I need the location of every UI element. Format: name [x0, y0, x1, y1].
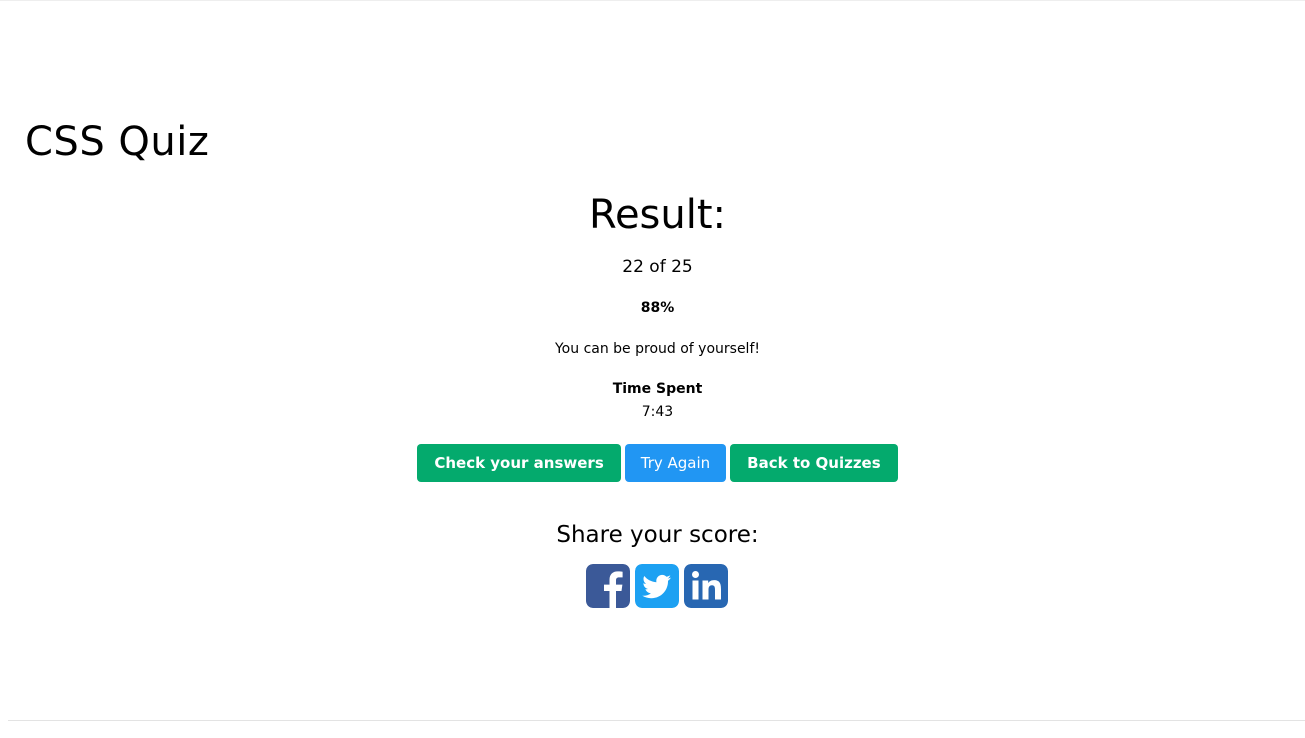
score-text: 22 of 25 [622, 257, 693, 277]
time-spent-label: Time Spent [612, 381, 703, 397]
result-message: You can be proud of yourself! [554, 341, 760, 357]
top-divider [0, 0, 1305, 1]
check-answers-button[interactable]: Check your answers [417, 444, 621, 482]
try-again-button[interactable]: Try Again [624, 444, 727, 482]
quiz-title: CSS Quiz [25, 119, 210, 165]
twitter-icon[interactable] [635, 564, 679, 608]
result-heading: Result: [588, 192, 727, 238]
linkedin-icon[interactable] [684, 564, 728, 608]
facebook-icon[interactable] [586, 564, 630, 608]
page: CSS Quiz Result: 22 of 25 88% You can be… [0, 0, 1305, 738]
share-icons [586, 564, 728, 608]
time-spent-value: 7:43 [641, 404, 674, 420]
result-panel: Result: 22 of 25 88% You can be proud of… [0, 188, 1305, 422]
share-heading: Share your score: [556, 522, 759, 548]
back-to-quizzes-button[interactable]: Back to Quizzes [730, 444, 898, 482]
action-buttons: Check your answers Try Again Back to Qui… [0, 444, 1305, 482]
bottom-divider [8, 720, 1305, 721]
percent-text: 88% [640, 300, 675, 316]
